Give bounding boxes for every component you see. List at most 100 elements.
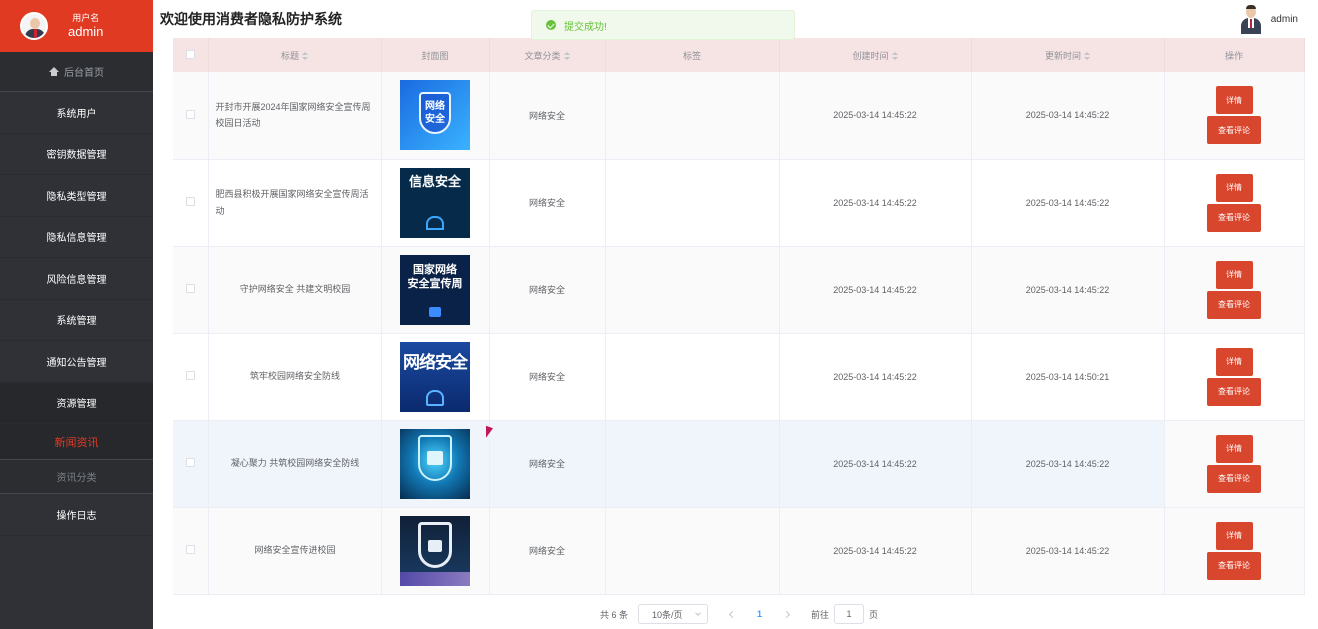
table-row[interactable]: 凝心聚力 共筑校园网络安全防线 网络安全 2025-03-14 14:45:22…	[173, 420, 1305, 508]
sidebar-item-operation-log[interactable]: 操作日志	[0, 494, 153, 536]
sidebar-user-name: admin	[68, 23, 104, 39]
table-row[interactable]: 守护网络安全 共建文明校园 国家网络 安全宣传周 网络安全 2025-03-14…	[173, 246, 1305, 334]
sidebar-item-system-management[interactable]: 系统管理	[0, 300, 153, 341]
sidebar-item-system-users[interactable]: 系统用户	[0, 92, 153, 134]
sidebar-user-label: 用户名	[72, 12, 100, 23]
sidebar-menu: 后台首页 系统用户 密钥数据管理 隐私类型管理 隐私信息管理 风险信息管理 系统…	[0, 52, 153, 536]
top-user-menu[interactable]: admin	[1239, 4, 1298, 34]
column-header-created[interactable]: 创建时间	[779, 38, 972, 72]
row-category: 网络安全	[489, 333, 606, 421]
column-header-category[interactable]: 文章分类	[489, 38, 606, 72]
sidebar: 用户名 admin 后台首页 系统用户 密钥数据管理 隐私类型管理 隐私信息管理…	[0, 0, 153, 629]
sidebar-avatar	[20, 12, 48, 40]
column-header-title[interactable]: 标题	[208, 38, 382, 72]
column-header-tag: 标签	[605, 38, 780, 72]
row-actions: 详情 查看评论	[1164, 159, 1305, 247]
sidebar-item-news-category[interactable]: 资讯分类	[0, 460, 153, 494]
row-select-cell	[173, 333, 209, 421]
lock-icon	[426, 389, 444, 406]
cover-text: 国家网络	[413, 263, 457, 276]
table-row[interactable]: 开封市开展2024年国家网络安全宣传周校园日活动 网络 安全 网络安全 2025…	[173, 72, 1305, 160]
sidebar-item-risk-info[interactable]: 风险信息管理	[0, 258, 153, 300]
sort-icon[interactable]	[302, 52, 308, 61]
row-checkbox[interactable]	[185, 545, 195, 554]
select-all-checkbox[interactable]	[185, 49, 195, 59]
toast-message: 提交成功!	[564, 21, 607, 33]
lock-icon	[426, 215, 444, 230]
mouse-cursor-icon	[486, 425, 493, 441]
table-row[interactable]: 网络安全宣传进校园 网络安全 2025-03-14 14:45:22 2025-…	[173, 507, 1305, 595]
sidebar-header: 用户名 admin	[0, 0, 153, 52]
view-comments-button[interactable]: 查看评论	[1207, 290, 1261, 319]
row-checkbox[interactable]	[185, 197, 195, 206]
row-checkbox[interactable]	[185, 109, 195, 119]
view-comments-button[interactable]: 查看评论	[1207, 203, 1261, 232]
row-created: 2025-03-14 14:45:22	[779, 507, 972, 595]
cover-text: 信息安全	[408, 173, 461, 189]
sidebar-item-notices[interactable]: 通知公告管理	[0, 341, 153, 383]
top-user-name: admin	[1270, 13, 1298, 25]
detail-button[interactable]: 详情	[1215, 260, 1253, 289]
view-comments-button[interactable]: 查看评论	[1207, 116, 1261, 145]
sidebar-user: 用户名 admin	[68, 13, 103, 39]
row-checkbox[interactable]	[185, 284, 195, 293]
row-checkbox[interactable]	[185, 458, 195, 467]
column-header-updated[interactable]: 更新时间	[971, 38, 1165, 72]
row-select-cell	[173, 72, 209, 160]
sidebar-item-privacy-info[interactable]: 隐私信息管理	[0, 217, 153, 258]
chevron-down-icon	[695, 610, 701, 616]
table-row[interactable]: 肥西县积极开展国家网络安全宣传周活动 信息安全 网络安全 2025-03-14 …	[173, 159, 1305, 247]
news-table: 标题 封面图 文章分类 标签 创建时间 更新时间 操作 开封市开展2024年国家…	[173, 38, 1305, 595]
row-updated: 2025-03-14 14:45:22	[971, 246, 1165, 334]
check-circle-icon	[546, 20, 556, 30]
row-updated: 2025-03-14 14:45:22	[971, 507, 1165, 595]
select-all-cell	[173, 38, 209, 72]
row-checkbox[interactable]	[185, 371, 195, 380]
sort-icon[interactable]	[891, 52, 898, 61]
table-header: 标题 封面图 文章分类 标签 创建时间 更新时间 操作	[173, 38, 1305, 72]
sort-icon[interactable]	[563, 52, 570, 61]
sort-icon[interactable]	[1084, 52, 1090, 61]
detail-button[interactable]: 详情	[1215, 521, 1253, 550]
table-row[interactable]: 筑牢校园网络安全防线 网络安全 网络安全 2025-03-14 14:45:22…	[173, 333, 1305, 421]
column-header-cover: 封面图	[381, 38, 490, 72]
row-updated: 2025-03-14 14:45:22	[971, 72, 1165, 160]
sidebar-item-resources[interactable]: 资源管理	[0, 382, 153, 424]
next-page-icon[interactable]	[782, 610, 791, 618]
row-tag	[605, 72, 780, 160]
column-header-actions: 操作	[1164, 38, 1305, 72]
sidebar-item-news[interactable]: 新闻资讯	[0, 424, 153, 460]
page-number-current[interactable]: 1	[757, 609, 762, 619]
detail-button[interactable]: 详情	[1215, 434, 1253, 463]
pagination-total: 共 6 条	[600, 609, 629, 620]
detail-button[interactable]: 详情	[1215, 86, 1253, 115]
view-comments-button[interactable]: 查看评论	[1207, 377, 1261, 406]
cover-text: 安全	[425, 114, 445, 126]
row-title: 守护网络安全 共建文明校园	[208, 246, 382, 334]
view-comments-button[interactable]: 查看评论	[1207, 464, 1261, 493]
detail-button[interactable]: 详情	[1215, 347, 1253, 376]
page-unit-label: 页	[869, 609, 879, 620]
row-tag	[605, 246, 780, 334]
sidebar-item-key-data[interactable]: 密钥数据管理	[0, 134, 153, 175]
row-updated: 2025-03-14 14:50:21	[971, 333, 1165, 421]
row-select-cell	[173, 420, 209, 508]
goto-label: 前往	[811, 609, 830, 620]
row-cover: 国家网络 安全宣传周	[381, 246, 490, 334]
sidebar-item-privacy-types[interactable]: 隐私类型管理	[0, 175, 153, 217]
sidebar-item-home[interactable]: 后台首页	[0, 52, 153, 92]
prev-page-icon[interactable]	[728, 610, 737, 618]
view-comments-button[interactable]: 查看评论	[1207, 551, 1261, 580]
row-cover: 网络安全	[381, 333, 490, 421]
row-created: 2025-03-14 14:45:22	[779, 72, 972, 160]
page-size-select[interactable]: 10条/页	[638, 604, 709, 624]
cover-image	[400, 515, 470, 586]
goto-page-input[interactable]	[834, 604, 865, 624]
row-tag	[605, 507, 780, 595]
row-actions: 详情 查看评论	[1164, 333, 1305, 421]
detail-button[interactable]: 详情	[1215, 173, 1253, 202]
row-title: 网络安全宣传进校园	[208, 507, 382, 595]
row-tag	[605, 420, 780, 508]
row-title: 筑牢校园网络安全防线	[208, 333, 382, 421]
sidebar-item-label: 后台首页	[64, 68, 104, 79]
